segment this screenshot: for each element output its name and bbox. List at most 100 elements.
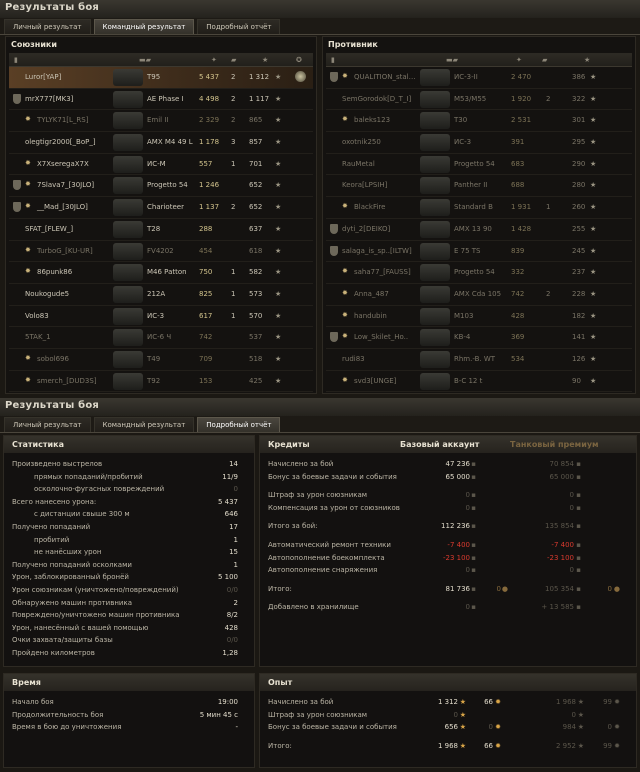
- damage-column-icon[interactable]: ✦: [211, 56, 217, 64]
- player-row[interactable]: SFAT_[FLEW_] T28 288 637 ★: [9, 219, 313, 241]
- player-row[interactable]: ✸ TurboG_[KU-UR] FV4202 454 618 ★: [9, 241, 313, 263]
- rank-badge-icon: ✸: [25, 202, 31, 211]
- premium-account-label[interactable]: Танковый премиум: [510, 440, 599, 449]
- tank-name: AE Phase I: [147, 94, 184, 103]
- tab-detailed[interactable]: Подробный отчёт: [197, 19, 281, 34]
- tank-name: T49: [147, 354, 161, 363]
- xp-star-icon: ★: [275, 246, 282, 255]
- stat-label: Обнаружено машин противника: [12, 598, 133, 607]
- player-row[interactable]: 5TAK_1 ИС-6 Ч 742 537 ★: [9, 327, 313, 349]
- stat-value: 1: [233, 560, 238, 569]
- player-row[interactable]: RauMetal Progetto 54 683 290 ★: [326, 154, 632, 176]
- player-row[interactable]: ✸ baleks123 T30 2 531 301 ★: [326, 110, 632, 133]
- player-row[interactable]: ✸ Low_Skilet_Ho.. KB-4 369 141 ★: [326, 327, 632, 349]
- xp-star-icon: ★: [590, 159, 597, 168]
- stat-row: с дистанции свыше 300 м 646: [4, 508, 254, 521]
- player-row[interactable]: ✸ __Mad_[30JLO] Charioteer 1 137 2 652 ★: [9, 197, 313, 219]
- xp-icon: ★: [459, 710, 466, 719]
- gold-icon: ●: [613, 584, 620, 593]
- player-row[interactable]: oxotnik250 ИС-3 391 295 ★: [326, 132, 632, 154]
- player-row[interactable]: ✸ BlackFire Standard B 1 931 1 260 ★: [326, 197, 632, 219]
- player-row[interactable]: olegtigr2000[_BoP_] AMX M4 49 L 1 178 3 857 ★: [9, 132, 313, 154]
- player-row[interactable]: ✸ TYLYK71[L_RS] Emil II 2 329 2 865 ★: [9, 110, 313, 133]
- player-name: Anna_487: [354, 289, 389, 298]
- tab-team[interactable]: Командный результат: [93, 417, 195, 432]
- tab-detailed[interactable]: Подробный отчёт: [197, 417, 281, 432]
- xp-value: 701: [249, 159, 263, 168]
- xp-column-icon[interactable]: ★: [262, 56, 268, 64]
- player-row[interactable]: ✸ smerch_[DUD3S] T92 153 425 ★: [9, 371, 313, 393]
- player-row[interactable]: rudi83 Rhm.-B. WT 534 126 ★: [326, 349, 632, 371]
- achievements-column-icon[interactable]: ✪: [296, 56, 302, 64]
- xp-star-icon: ★: [590, 94, 597, 103]
- player-name: saha77_[FAUSS]: [354, 268, 411, 277]
- player-row[interactable]: ✸ handubin M103 428 182 ★: [326, 306, 632, 328]
- xp-column-icon[interactable]: ★: [584, 56, 590, 64]
- player-row[interactable]: SemGorodok[D_T_I] M53/M55 1 920 2 322 ★: [326, 89, 632, 111]
- xp-value: 141: [572, 333, 586, 342]
- player-row[interactable]: ✸ Anna_487 AMX Cda 105 742 2 228 ★: [326, 284, 632, 306]
- tank-column-icon[interactable]: ▬▰: [446, 56, 458, 64]
- player-row[interactable]: ✸ QUALITION_stal… ИС-3-II 2 470 386 ★: [326, 67, 632, 89]
- credit-icon: ▪: [471, 553, 476, 562]
- tab-team[interactable]: Командный результат: [93, 19, 195, 34]
- rank-badge-icon: ✸: [342, 115, 348, 124]
- rank-badge-icon: ✸: [342, 288, 348, 297]
- damage-column-icon[interactable]: ✦: [516, 56, 522, 64]
- xp-icon: ★: [459, 741, 466, 750]
- row-label: Начислено за бой: [268, 460, 334, 468]
- stat-label: прямых попаданий/пробитий: [34, 472, 143, 481]
- player-row[interactable]: ✸ 86punk86 M46 Patton 750 1 582 ★: [9, 262, 313, 284]
- clan-emblem-icon: [330, 72, 338, 82]
- achievement-icon[interactable]: [295, 71, 306, 82]
- player-name: SemGorodok[D_T_I]: [342, 94, 412, 103]
- player-row[interactable]: mrX777[MK3] AE Phase I 4 498 2 1 117 ★: [9, 89, 313, 111]
- credit-icon: ▪: [576, 503, 581, 512]
- rank-badge-icon: ✸: [25, 353, 31, 362]
- player-row[interactable]: ✸ saha77_[FAUSS] Progetto 54 332 237 ★: [326, 262, 632, 284]
- kills-value: 3: [231, 138, 236, 147]
- xp-title: Опыт: [260, 674, 636, 691]
- tank-icon: [420, 155, 450, 173]
- stat-row: Пройдено километров 1,28: [4, 647, 254, 660]
- tank-name: T30: [454, 116, 468, 125]
- credit-row: Итого: 81 736 ▪ 0 ● 105 354 ▪ 0 ●: [260, 583, 636, 596]
- premium-free-xp-value: 0: [607, 723, 612, 732]
- tab-personal[interactable]: Личный результат: [4, 417, 91, 432]
- player-row[interactable]: Volo83 ИС-3 617 1 570 ★: [9, 306, 313, 328]
- player-row[interactable]: ✸ 7Slava7_[30JLO] Progetto 54 1 246 652 ★: [9, 175, 313, 198]
- damage-value: 742: [199, 333, 213, 342]
- damage-value: 742: [511, 289, 525, 298]
- player-row[interactable]: ✸ svd3[UNGE] B-C 12 t 90 ★: [326, 371, 632, 393]
- clan-column-icon[interactable]: ▮: [331, 56, 335, 64]
- player-row[interactable]: Luror[YAP] T95 5 437 2 1 312 ★: [9, 67, 313, 89]
- free-xp-icon: ✹: [495, 741, 501, 750]
- player-row[interactable]: Noukogude5 212A 825 1 573 ★: [9, 284, 313, 306]
- player-row[interactable]: salaga_is_sp..[ILTW] E 75 TS 839 245 ★: [326, 241, 632, 263]
- xp-star-icon: ★: [275, 224, 282, 233]
- tank-column-icon[interactable]: ▬▰: [139, 56, 151, 64]
- tab-personal[interactable]: Личный результат: [4, 19, 91, 34]
- row-label: Штраф за урон союзникам: [268, 710, 368, 719]
- row-label: Автоматический ремонт техники: [268, 540, 391, 549]
- player-row[interactable]: Keora[LPSIH] Panther II 688 280 ★: [326, 175, 632, 198]
- player-row[interactable]: ✸ X7XseregaX7X ИС-М 557 1 701 ★: [9, 154, 313, 176]
- tank-name: M103: [454, 311, 474, 320]
- rank-badge-icon: ✸: [25, 245, 31, 254]
- player-row[interactable]: ✸ sobol696 T49 709 518 ★: [9, 349, 313, 371]
- xp-star-icon: ★: [590, 73, 597, 81]
- damage-value: 683: [511, 159, 525, 168]
- stat-row: не нанёсших урон 15: [4, 546, 254, 559]
- player-name: smerch_[DUD3S]: [37, 376, 97, 385]
- rank-badge-icon: ✸: [25, 115, 31, 124]
- kills-column-icon[interactable]: ▰: [542, 56, 547, 64]
- row-label: Итого:: [268, 741, 292, 750]
- free-xp-value: 0: [488, 723, 493, 732]
- player-row[interactable]: dyti_2[DEIKO] AMX 13 90 1 428 255 ★: [326, 219, 632, 241]
- stat-value: 8/2: [226, 611, 238, 620]
- row-label: Бонус за боевые задачи и события: [268, 723, 397, 732]
- stat-row: Обнаружено машин противника 2: [4, 597, 254, 610]
- clan-column-icon[interactable]: ▮: [14, 56, 18, 64]
- damage-value: 1 178: [199, 138, 220, 147]
- kills-column-icon[interactable]: ▰: [231, 56, 236, 64]
